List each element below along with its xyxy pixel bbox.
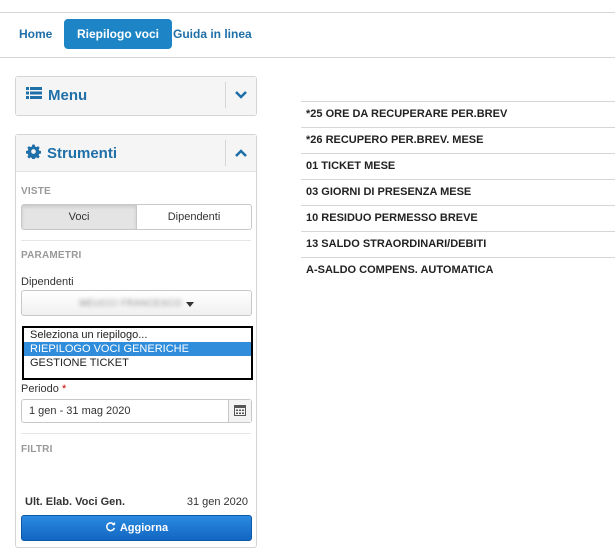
- voce-item[interactable]: 03 GIORNI DI PRESENZA MESE: [301, 179, 615, 205]
- top-nav: Home Riepilogo voci Guida in linea: [0, 17, 615, 58]
- riepilogo-option[interactable]: Seleziona un riepilogo...: [24, 328, 251, 342]
- filtri-label: FILTRI: [21, 444, 53, 455]
- viste-label: VISTE: [21, 186, 51, 197]
- tab-riepilogo-voci[interactable]: Riepilogo voci: [64, 19, 173, 49]
- gear-icon: [25, 144, 42, 163]
- periodo-input[interactable]: 1 gen - 31 mag 2020: [21, 399, 252, 423]
- tools-toggle-button[interactable]: [225, 140, 256, 166]
- voce-item[interactable]: 13 SALDO STRAORDINARI/DEBITI: [301, 231, 615, 257]
- calendar-button[interactable]: [228, 400, 251, 422]
- chevron-down-icon: [235, 88, 247, 102]
- dipendente-dropdown[interactable]: MEUCCI FRANCESCO: [21, 290, 252, 316]
- dipendente-value: MEUCCI FRANCESCO: [79, 298, 182, 308]
- tools-panel: Strumenti VISTE Voci Dipendenti PARAMETR…: [15, 134, 257, 548]
- voce-item[interactable]: *26 RECUPERO PER.BREV. MESE: [301, 127, 615, 153]
- refresh-label: Aggiorna: [119, 522, 169, 534]
- list-icon: [26, 86, 42, 104]
- tab-guida-in-linea[interactable]: Guida in linea: [160, 19, 265, 49]
- menu-title-group: Menu: [26, 86, 87, 104]
- caret-down-icon: [185, 296, 194, 310]
- required-mark: *: [61, 383, 67, 395]
- voce-item[interactable]: *25 ORE DA RECUPERARE PER.BREV: [301, 101, 615, 127]
- divider: [21, 433, 251, 434]
- viste-toggle: Voci Dipendenti: [21, 204, 252, 230]
- ult-elab-value: 31 gen 2020: [186, 496, 248, 508]
- periodo-label-group: Periodo *: [21, 383, 66, 395]
- periodo-label: Periodo: [21, 383, 59, 395]
- voce-item[interactable]: A-SALDO COMPENS. AUTOMATICA: [301, 257, 615, 283]
- chevron-up-icon: [235, 146, 247, 160]
- refresh-button[interactable]: Aggiorna: [21, 515, 252, 541]
- tools-title: Strumenti: [47, 145, 118, 162]
- voce-item[interactable]: 01 TICKET MESE: [301, 153, 615, 179]
- periodo-value: 1 gen - 31 mag 2020: [29, 405, 131, 417]
- menu-panel-header[interactable]: Menu: [16, 77, 256, 115]
- refresh-icon: [105, 521, 116, 535]
- viste-option-voci[interactable]: Voci: [22, 205, 137, 229]
- riepilogo-select-list[interactable]: Seleziona un riepilogo... RIEPILOGO VOCI…: [22, 326, 253, 380]
- divider: [21, 240, 251, 241]
- menu-panel: Menu: [15, 76, 257, 116]
- dipendenti-label: Dipendenti: [21, 276, 74, 288]
- viste-option-dipendenti[interactable]: Dipendenti: [137, 205, 251, 229]
- tools-panel-header[interactable]: Strumenti: [16, 135, 256, 172]
- riepilogo-option[interactable]: GESTIONE TICKET: [24, 356, 251, 370]
- top-border: [0, 12, 615, 13]
- riepilogo-option-selected[interactable]: RIEPILOGO VOCI GENERICHE: [24, 342, 251, 356]
- tab-home[interactable]: Home: [6, 19, 65, 49]
- voci-list: *25 ORE DA RECUPERARE PER.BREV *26 RECUP…: [301, 101, 615, 283]
- ult-elab-label: Ult. Elab. Voci Gen.: [25, 496, 126, 508]
- parametri-label: PARAMETRI: [21, 250, 82, 261]
- calendar-icon: [234, 404, 246, 419]
- voce-item[interactable]: 10 RESIDUO PERMESSO BREVE: [301, 205, 615, 231]
- menu-title: Menu: [48, 86, 88, 104]
- tools-title-group: Strumenti: [25, 144, 118, 163]
- menu-toggle-button[interactable]: [225, 82, 256, 108]
